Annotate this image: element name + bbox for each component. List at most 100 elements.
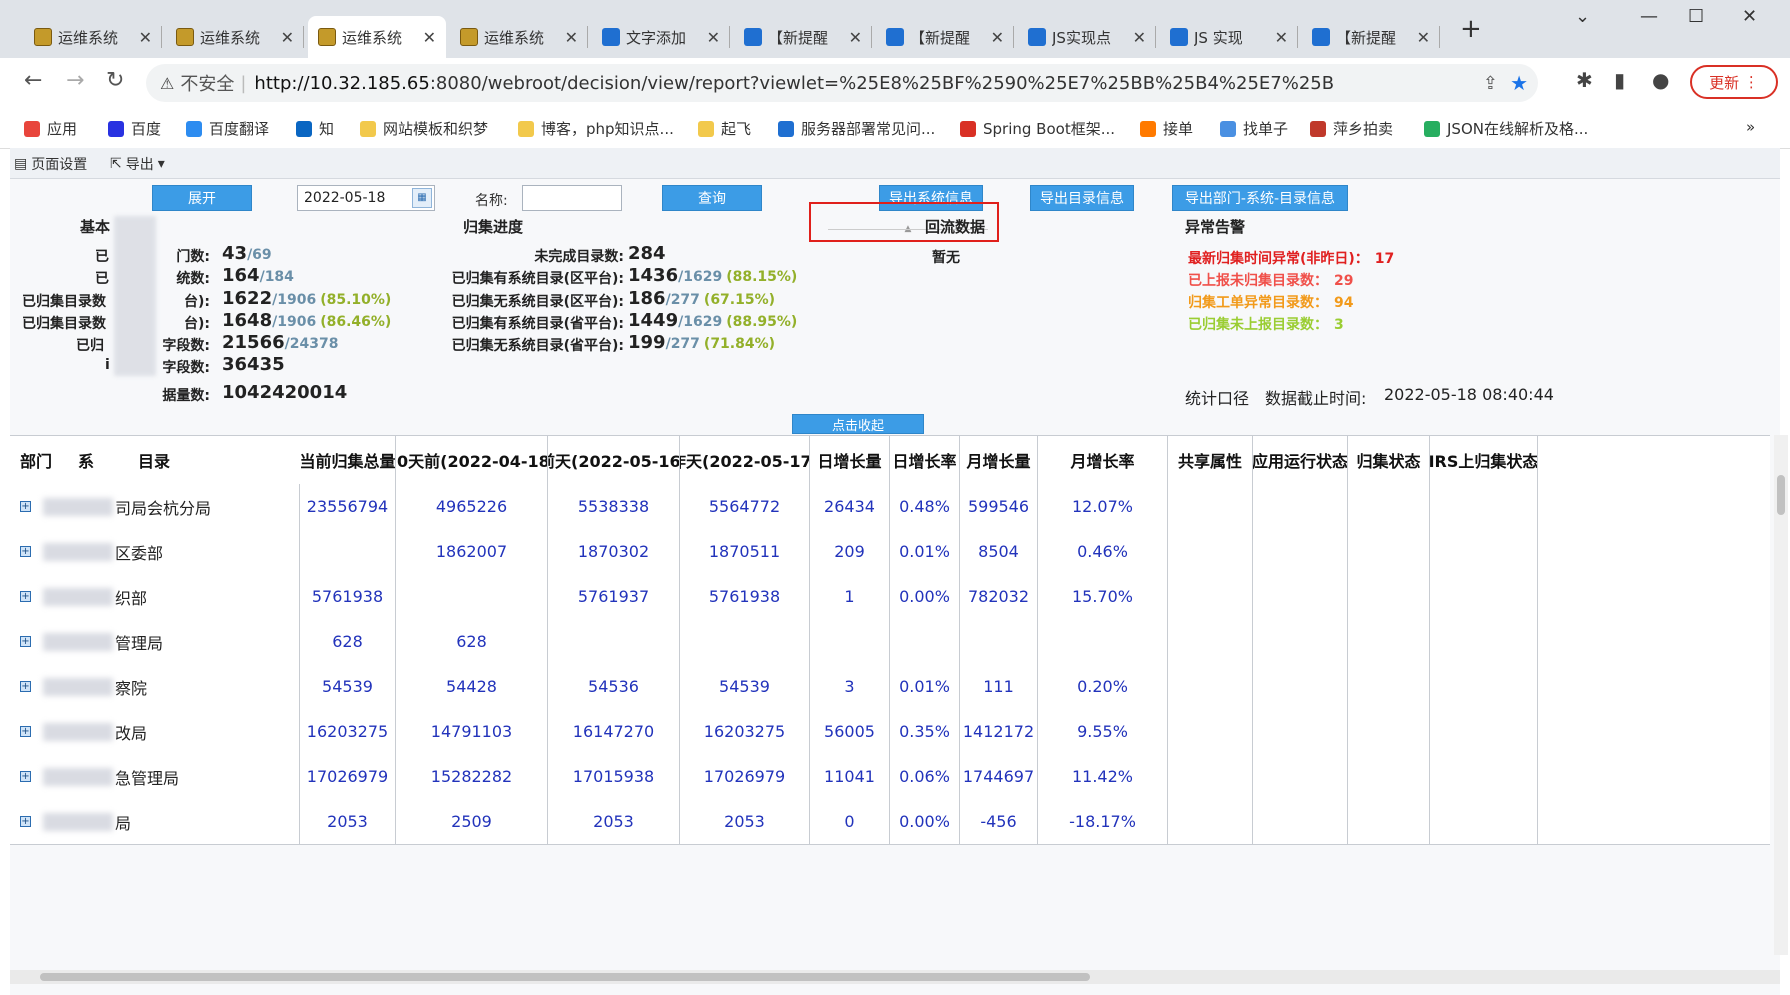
- share-icon[interactable]: ⇪: [1483, 73, 1498, 94]
- browser-tab[interactable]: 运维系统 ✕: [308, 16, 446, 58]
- bookmark-item[interactable]: 网站模板和织梦: [360, 118, 488, 139]
- date-picker[interactable]: 2022-05-18 ▦: [297, 185, 435, 211]
- dept-cell[interactable]: + 区委部: [10, 529, 300, 574]
- browser-tab[interactable]: 【新提醒 ✕: [876, 16, 1014, 58]
- bookmark-item[interactable]: 起飞: [698, 118, 751, 139]
- horizontal-scroll-thumb[interactable]: [40, 973, 1090, 981]
- browser-tab[interactable]: 【新提醒 ✕: [734, 16, 872, 58]
- dept-cell[interactable]: + 急管理局: [10, 754, 300, 799]
- header-sys[interactable]: 系: [68, 436, 128, 484]
- side-panel-icon[interactable]: ▮: [1614, 68, 1625, 92]
- stats-caliber-link[interactable]: 统计口径: [1185, 385, 1249, 409]
- bookmark-star-icon[interactable]: ★: [1510, 71, 1528, 95]
- expand-row-icon[interactable]: +: [20, 636, 31, 647]
- expand-row-icon[interactable]: +: [20, 546, 31, 557]
- dept-cell[interactable]: + 改局: [10, 709, 300, 754]
- header-d1[interactable]: 昨天(2022-05-17): [680, 436, 810, 484]
- header-monthly-rate[interactable]: 月增长率: [1038, 436, 1168, 484]
- bookmark-item[interactable]: 接单: [1140, 118, 1193, 139]
- update-button[interactable]: 更新 ⋮: [1690, 65, 1778, 99]
- bookmark-item[interactable]: 应用: [24, 118, 77, 139]
- dept-cell[interactable]: + 局: [10, 799, 300, 844]
- close-tab-icon[interactable]: ✕: [281, 28, 294, 47]
- browser-tab[interactable]: JS实现点 ✕: [1018, 16, 1156, 58]
- url-text[interactable]: http://10.32.185.65:8080/webroot/decisio…: [254, 73, 1334, 94]
- dept-cell[interactable]: + 管理局: [10, 619, 300, 664]
- expand-button[interactable]: 展开: [152, 185, 252, 211]
- new-tab-button[interactable]: +: [1460, 14, 1482, 44]
- vertical-scroll-thumb[interactable]: [1777, 475, 1785, 515]
- header-d30[interactable]: 30天前(2022-04-18): [396, 436, 548, 484]
- bookmark-item[interactable]: 知: [296, 118, 334, 139]
- export-catalog-button[interactable]: 导出目录信息: [1030, 185, 1134, 211]
- tab-search-icon[interactable]: ⌄: [1575, 6, 1590, 27]
- expand-row-icon[interactable]: +: [20, 726, 31, 737]
- header-collect-status[interactable]: 归集状态: [1348, 436, 1430, 484]
- maximize-icon[interactable]: ☐: [1688, 6, 1704, 27]
- bookmark-item[interactable]: 百度: [108, 118, 161, 139]
- name-input[interactable]: [522, 185, 622, 211]
- alert-item[interactable]: 已上报未归集目录数： 29: [1188, 270, 1353, 290]
- header-daily-rate[interactable]: 日增长率: [890, 436, 960, 484]
- close-tab-icon[interactable]: ✕: [1417, 28, 1430, 47]
- bookmark-item[interactable]: 博客，php知识点...: [518, 118, 674, 139]
- collapse-button[interactable]: 点击收起: [792, 414, 924, 434]
- close-tab-icon[interactable]: ✕: [991, 28, 1004, 47]
- bookmarks-more-icon[interactable]: »: [1746, 118, 1755, 136]
- dept-cell[interactable]: + 察院: [10, 664, 300, 709]
- profile-avatar-icon[interactable]: ●: [1652, 68, 1669, 92]
- close-tab-icon[interactable]: ✕: [1133, 28, 1146, 47]
- expand-row-icon[interactable]: +: [20, 501, 31, 512]
- expand-row-icon[interactable]: +: [20, 591, 31, 602]
- horizontal-scrollbar[interactable]: [10, 970, 1780, 984]
- header-dept[interactable]: 部门: [10, 436, 68, 484]
- header-daily-growth[interactable]: 日增长量: [810, 436, 890, 484]
- close-tab-icon[interactable]: ✕: [139, 28, 152, 47]
- omnibox[interactable]: ⚠ 不安全 | http://10.32.185.65:8080/webroot…: [146, 64, 1538, 102]
- browser-tab[interactable]: 运维系统 ✕: [24, 16, 162, 58]
- header-d2[interactable]: 前天(2022-05-16): [548, 436, 680, 484]
- export-menu-button[interactable]: ⇱ 导出 ▾: [110, 154, 165, 174]
- browser-tab[interactable]: 运维系统 ✕: [166, 16, 304, 58]
- vertical-scrollbar[interactable]: [1774, 435, 1788, 955]
- alert-item[interactable]: 归集工单异常目录数： 94: [1188, 292, 1353, 312]
- query-button[interactable]: 查询: [662, 185, 762, 211]
- close-tab-icon[interactable]: ✕: [849, 28, 862, 47]
- extensions-icon[interactable]: ✱: [1576, 68, 1593, 92]
- browser-tab[interactable]: JS 实现 ✕: [1160, 16, 1298, 58]
- back-icon[interactable]: ←: [24, 68, 42, 93]
- forward-icon[interactable]: →: [66, 68, 84, 93]
- close-tab-icon[interactable]: ✕: [707, 28, 720, 47]
- bookmark-item[interactable]: JSON在线解析及格...: [1424, 118, 1588, 139]
- reload-icon[interactable]: ↻: [106, 68, 124, 93]
- header-monthly-growth[interactable]: 月增长量: [960, 436, 1038, 484]
- bookmark-item[interactable]: 服务器部署常见问...: [778, 118, 935, 139]
- browser-tab[interactable]: 运维系统 ✕: [450, 16, 588, 58]
- expand-row-icon[interactable]: +: [20, 816, 31, 827]
- bookmark-item[interactable]: 找单子: [1220, 118, 1288, 139]
- alert-item[interactable]: 已归集未上报目录数： 3: [1188, 314, 1344, 334]
- export-dept-button[interactable]: 导出部门-系统-目录信息: [1172, 185, 1348, 211]
- header-irs-status[interactable]: IRS上归集状态: [1430, 436, 1538, 484]
- close-window-icon[interactable]: ✕: [1742, 6, 1757, 27]
- browser-tab[interactable]: 文字添加 ✕: [592, 16, 730, 58]
- close-tab-icon[interactable]: ✕: [565, 28, 578, 47]
- close-tab-icon[interactable]: ✕: [423, 28, 436, 47]
- header-catalog[interactable]: 目录: [128, 436, 300, 484]
- dept-cell[interactable]: + 织部: [10, 574, 300, 619]
- bookmark-item[interactable]: 百度翻译: [186, 118, 269, 139]
- header-share[interactable]: 共享属性: [1168, 436, 1253, 484]
- page-setup-button[interactable]: ▤ 页面设置: [14, 154, 87, 174]
- browser-tab[interactable]: 【新提醒 ✕: [1302, 16, 1440, 58]
- bookmark-item[interactable]: Spring Boot框架...: [960, 118, 1115, 139]
- bookmark-item[interactable]: 萍乡拍卖: [1310, 118, 1393, 139]
- calendar-icon[interactable]: ▦: [412, 188, 432, 208]
- expand-row-icon[interactable]: +: [20, 681, 31, 692]
- close-tab-icon[interactable]: ✕: [1275, 28, 1288, 47]
- dept-cell[interactable]: + 司局会杭分局: [10, 484, 300, 529]
- expand-row-icon[interactable]: +: [20, 771, 31, 782]
- minimize-icon[interactable]: —: [1640, 6, 1658, 27]
- alert-item[interactable]: 最新归集时间异常(非昨日)： 17: [1188, 248, 1394, 268]
- header-app-status[interactable]: 应用运行状态: [1253, 436, 1348, 484]
- header-total[interactable]: 当前归集总量: [300, 436, 396, 484]
